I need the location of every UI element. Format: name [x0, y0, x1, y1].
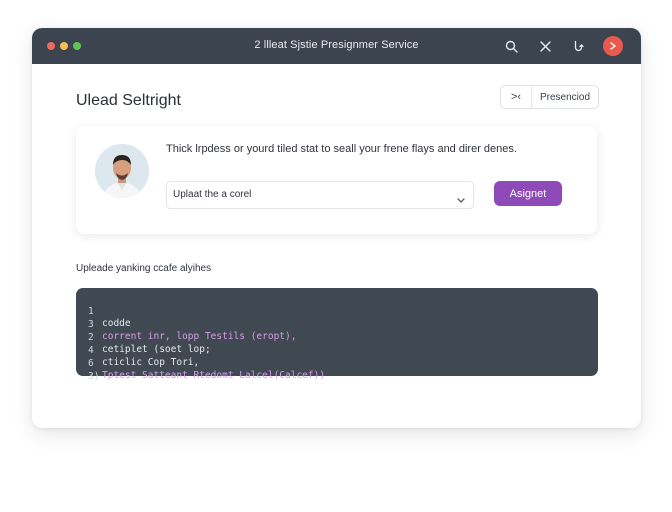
select-value: Uplaat the a corel: [173, 189, 252, 200]
code-text: cticlic Cop Tori,: [102, 357, 200, 368]
close-icon[interactable]: [535, 36, 555, 56]
avatar[interactable]: [603, 36, 623, 56]
present-button[interactable]: Presenciod: [532, 92, 598, 103]
assign-button[interactable]: Asignet: [494, 181, 562, 206]
code-text: corrent inr, lopp Testils (eropt),: [102, 331, 297, 342]
titlebar-actions: [501, 36, 623, 56]
assignment-card: Thick lrpdess or yourd tiled stat to sea…: [76, 126, 597, 234]
collapse-toggle-button[interactable]: >‹: [501, 86, 532, 108]
code-line: 2 cetiplet (soet lop;: [76, 320, 211, 355]
code-section-label: Upleade yanking ccafe alyihes: [76, 263, 212, 274]
code-line: 6 Tptest Satteant Rtedomt Lalcel(Calcef)…: [76, 346, 325, 381]
refresh-icon[interactable]: [569, 36, 589, 56]
app-window: 2 llleat Sjstie Presignmer Service Ulead…: [32, 28, 641, 428]
user-portrait: [95, 144, 149, 198]
view-toggle-group: >‹ Presenciod: [500, 85, 599, 109]
chevron-down-icon: [457, 191, 465, 209]
code-line: 3): [76, 359, 110, 382]
code-line: 3 corrent inr, lopp Testils (eropt),: [76, 307, 296, 342]
card-description: Thick lrpdess or yourd tiled stat to sea…: [166, 143, 517, 155]
title-bar: 2 llleat Sjstie Presignmer Service: [32, 28, 641, 64]
code-line: 4 cticlic Cop Tori,: [76, 333, 199, 368]
search-icon[interactable]: [501, 36, 521, 56]
code-line: 1 codde: [76, 294, 131, 329]
code-text: Tptest Satteant Rtedomt Lalcel(Calcef)): [102, 370, 326, 381]
line-number: 3): [88, 371, 100, 382]
code-text: cetiplet (soet lop;: [102, 344, 211, 355]
code-block: 1 codde 3 corrent inr, lopp Testils (ero…: [76, 288, 598, 382]
model-select[interactable]: Uplaat the a corel: [166, 181, 474, 209]
page-title: Ulead Seltright: [76, 92, 181, 109]
